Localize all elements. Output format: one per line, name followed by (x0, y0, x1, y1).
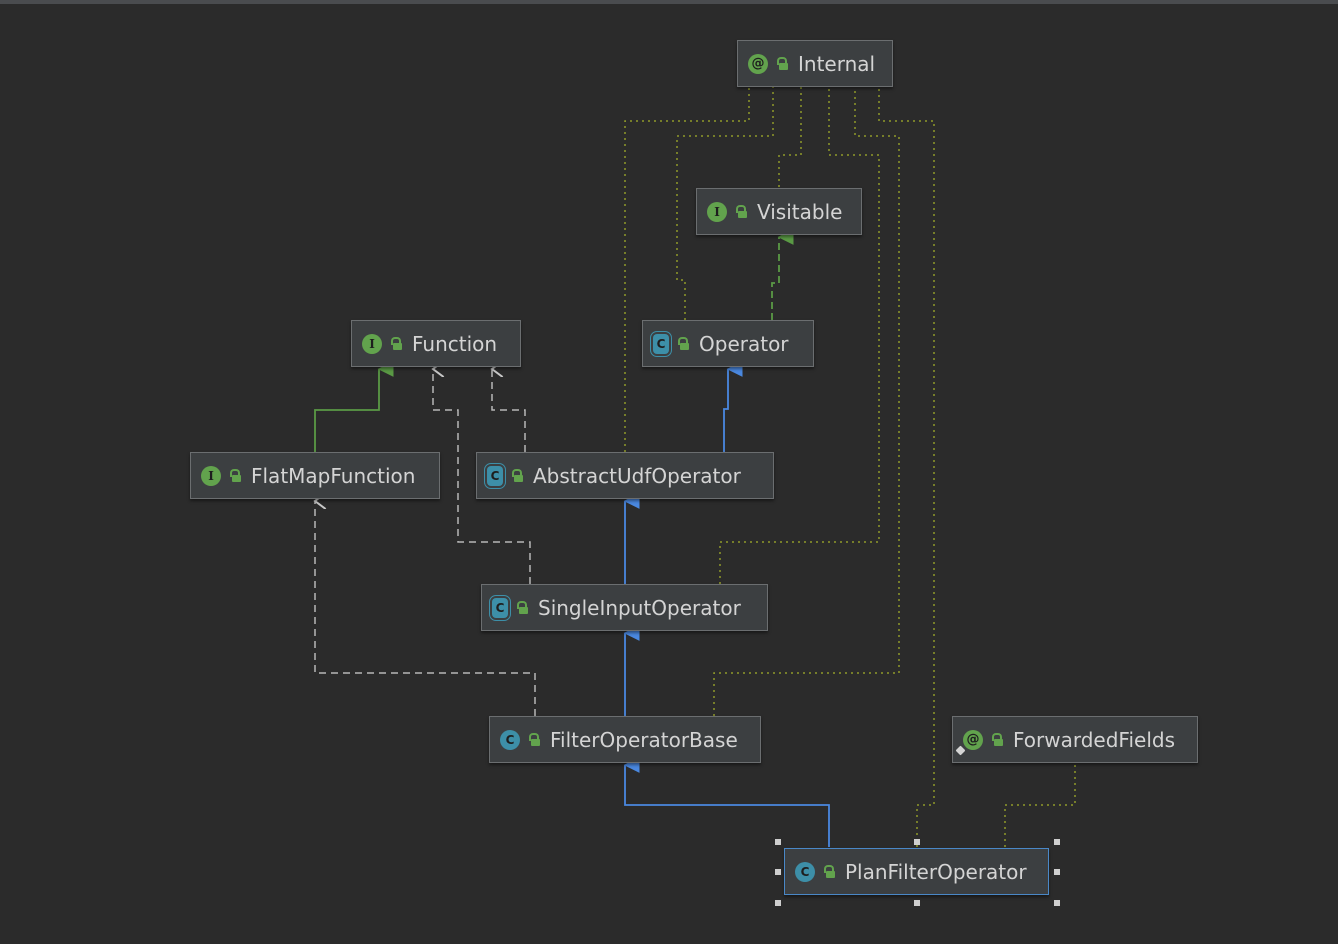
node-function[interactable]: I Function (351, 320, 521, 367)
edge-abstractudf-operator (723, 361, 743, 452)
edge-planfilter-filterbase (623, 757, 830, 847)
abstract-class-kind-icon: C (489, 594, 511, 621)
resize-handle-top-left[interactable] (775, 839, 781, 845)
node-label: SingleInputOperator (538, 595, 741, 620)
node-label: AbstractUdfOperator (533, 463, 741, 488)
node-operator[interactable]: C Operator (642, 320, 814, 367)
resize-handle-top[interactable] (914, 839, 920, 845)
public-lock-icon (511, 468, 523, 483)
resize-handle-bottom-right[interactable] (1054, 900, 1060, 906)
edge-planfilter-internal (878, 87, 935, 847)
edge-planfilter-forwarded (1004, 763, 1076, 847)
edge-abstractudf-internal (624, 87, 750, 452)
node-label: Operator (699, 331, 789, 356)
public-lock-icon (823, 864, 835, 879)
public-lock-icon (528, 732, 540, 747)
node-filteroperatorbase[interactable]: C FilterOperatorBase (489, 716, 761, 763)
pin-icon (955, 745, 966, 755)
annotation-kind-icon: @ (748, 53, 768, 74)
node-label: Visitable (757, 199, 843, 224)
interface-kind-icon: I (707, 201, 727, 222)
node-flatmapfunction[interactable]: I FlatMapFunction (190, 452, 440, 499)
public-lock-icon (991, 732, 1003, 747)
abstract-class-kind-icon: C (650, 330, 672, 357)
public-lock-icon (677, 336, 689, 351)
resize-handle-left[interactable] (775, 869, 781, 875)
node-planfilteroperator[interactable]: C PlanFilterOperator (784, 848, 1049, 895)
public-lock-icon (229, 468, 241, 483)
class-kind-icon: C (795, 861, 815, 882)
implements-edges (315, 369, 536, 716)
node-abstractudfoperator[interactable]: C AbstractUdfOperator (476, 452, 774, 499)
node-forwardedfields[interactable]: @ ForwardedFields (952, 716, 1198, 763)
public-lock-icon (776, 56, 788, 71)
node-label: ForwardedFields (1013, 727, 1176, 752)
public-lock-icon (735, 204, 747, 219)
node-label: Function (412, 331, 498, 356)
edge-visitable-internal (778, 87, 802, 187)
annotation-kind-icon: @ (955, 729, 983, 755)
node-internal[interactable]: @ Internal (737, 40, 893, 87)
public-lock-icon (516, 600, 528, 615)
edge-flatmap-function (314, 361, 394, 452)
node-label: FlatMapFunction (251, 463, 416, 488)
node-label: FilterOperatorBase (550, 727, 738, 752)
public-lock-icon (390, 336, 402, 351)
node-label: Internal (798, 51, 876, 76)
node-visitable[interactable]: I Visitable (696, 188, 862, 235)
node-singleinputoperator[interactable]: C SingleInputOperator (481, 584, 768, 631)
node-label: PlanFilterOperator (845, 859, 1027, 884)
edge-abstractudf-function (492, 369, 526, 452)
edge-operator-visitable (771, 229, 794, 320)
resize-handle-bottom[interactable] (914, 900, 920, 906)
abstract-class-kind-icon: C (484, 462, 506, 489)
resize-handle-right[interactable] (1054, 869, 1060, 875)
resize-handle-bottom-left[interactable] (775, 900, 781, 906)
interface-kind-icon: I (201, 465, 221, 486)
interface-kind-icon: I (362, 333, 382, 354)
class-kind-icon: C (500, 729, 520, 750)
resize-handle-top-right[interactable] (1054, 839, 1060, 845)
